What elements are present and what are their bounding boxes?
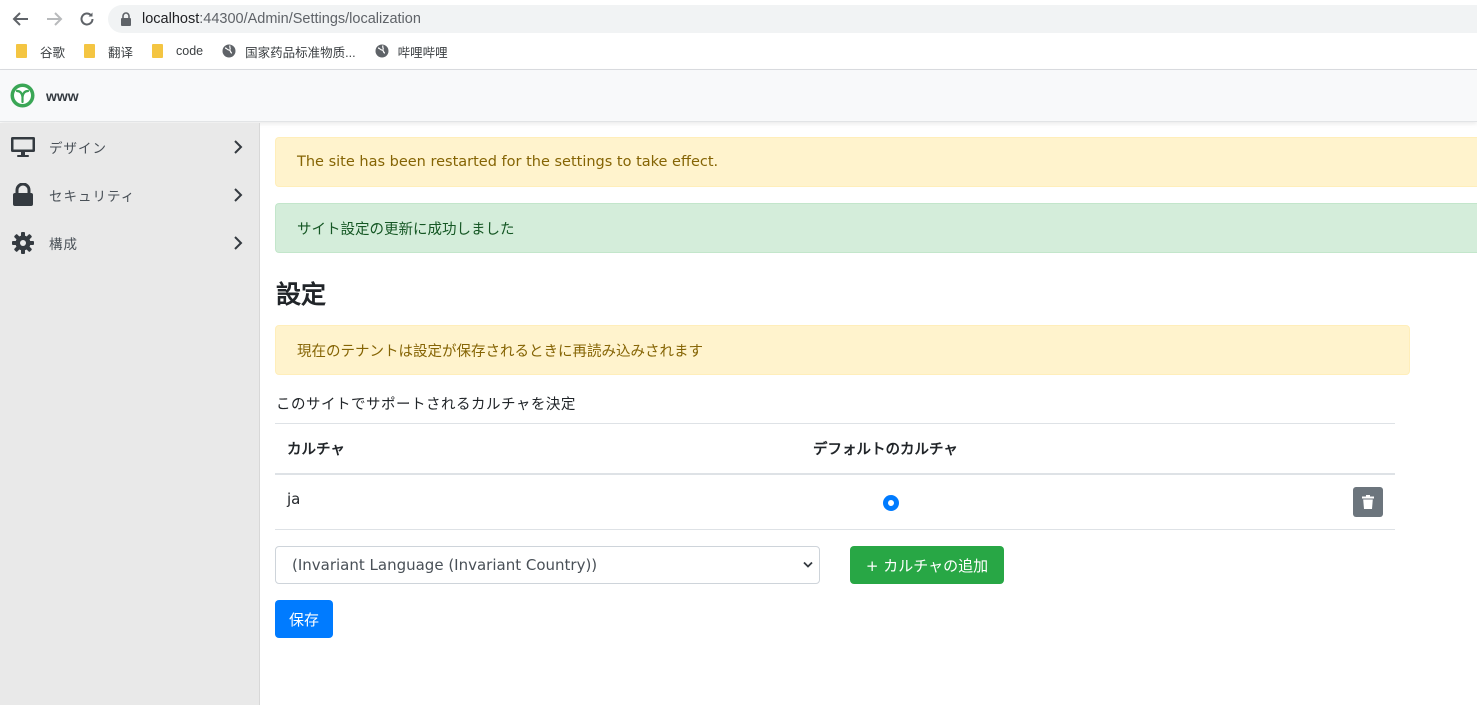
description-text: このサイトでサポートされるカルチャを決定 xyxy=(276,397,576,413)
reload-icon[interactable] xyxy=(76,8,98,30)
column-header-default-culture: デフォルトのカルチャ xyxy=(801,423,1281,475)
back-icon[interactable] xyxy=(10,8,32,30)
delete-button[interactable] xyxy=(1353,486,1383,517)
save-button[interactable]: 保存 xyxy=(275,600,333,638)
address-bar[interactable]: localhost:44300/Admin/Settings/localizat… xyxy=(108,5,1477,33)
monitor-icon xyxy=(10,135,36,159)
bookmarks-bar: 谷歌 翻译 code 国家药品标准物质... 哔哩哔哩 xyxy=(0,38,467,64)
culture-cell: ja xyxy=(275,473,801,530)
globe-icon xyxy=(375,44,389,58)
table-header-row: カルチャ デフォルトのカルチャ xyxy=(275,423,1395,475)
culture-table: カルチャ デフォルトのカルチャ ja xyxy=(275,423,1395,530)
column-header-actions xyxy=(1281,423,1395,475)
url-text: localhost:44300/Admin/Settings/localizat… xyxy=(142,11,421,27)
gear-icon xyxy=(10,231,36,255)
success-alert: サイト設定の更新に成功しました xyxy=(275,203,1477,253)
logo-icon[interactable] xyxy=(10,83,35,108)
column-header-culture: カルチャ xyxy=(275,423,801,475)
bookmark-item[interactable]: 国家药品标准物质... xyxy=(222,42,356,61)
lock-icon xyxy=(121,12,131,26)
folder-icon xyxy=(152,44,164,58)
sidebar-item-label: 構成 xyxy=(49,237,78,253)
sidebar-item-design[interactable]: デザイン xyxy=(0,123,259,171)
lock-icon xyxy=(10,183,36,207)
forward-icon[interactable] xyxy=(43,8,65,30)
browser-toolbar: localhost:44300/Admin/Settings/localizat… xyxy=(0,0,1477,70)
bookmark-item[interactable]: 翻译 xyxy=(84,42,133,61)
add-culture-button[interactable]: + カルチャの追加 xyxy=(850,546,1004,584)
chevron-right-icon xyxy=(234,236,243,250)
actions-cell xyxy=(1281,473,1395,530)
sidebar-item-label: デザイン xyxy=(49,141,107,157)
globe-icon xyxy=(222,44,236,58)
folder-icon xyxy=(16,44,27,58)
sidebar-item-label: セキュリティ xyxy=(49,189,136,205)
app-header: www xyxy=(0,70,1477,122)
folder-icon xyxy=(84,44,96,58)
page-title: 設定 xyxy=(276,280,327,309)
trash-icon xyxy=(1362,494,1374,509)
tenant-reload-alert: 現在のテナントは設定が保存されるときに再読み込みされます xyxy=(275,325,1410,375)
chevron-right-icon xyxy=(234,188,243,202)
default-culture-cell xyxy=(801,473,1281,530)
chevron-right-icon xyxy=(234,140,243,154)
brand-name[interactable]: www xyxy=(46,88,79,104)
bookmark-item[interactable]: 谷歌 xyxy=(16,42,65,61)
culture-select[interactable]: (Invariant Language (Invariant Country)) xyxy=(275,546,820,584)
bookmark-item[interactable]: 哔哩哔哩 xyxy=(375,42,448,61)
sidebar: デザイン セキュリティ 構成 xyxy=(0,123,260,705)
restart-alert: The site has been restarted for the sett… xyxy=(275,137,1477,187)
default-culture-radio[interactable] xyxy=(883,495,899,512)
sidebar-item-configuration[interactable]: 構成 xyxy=(0,219,259,267)
chevron-down-icon xyxy=(803,561,813,568)
table-row: ja xyxy=(275,473,1395,530)
sidebar-item-security[interactable]: セキュリティ xyxy=(0,171,259,219)
bookmark-item[interactable]: code xyxy=(152,44,203,58)
